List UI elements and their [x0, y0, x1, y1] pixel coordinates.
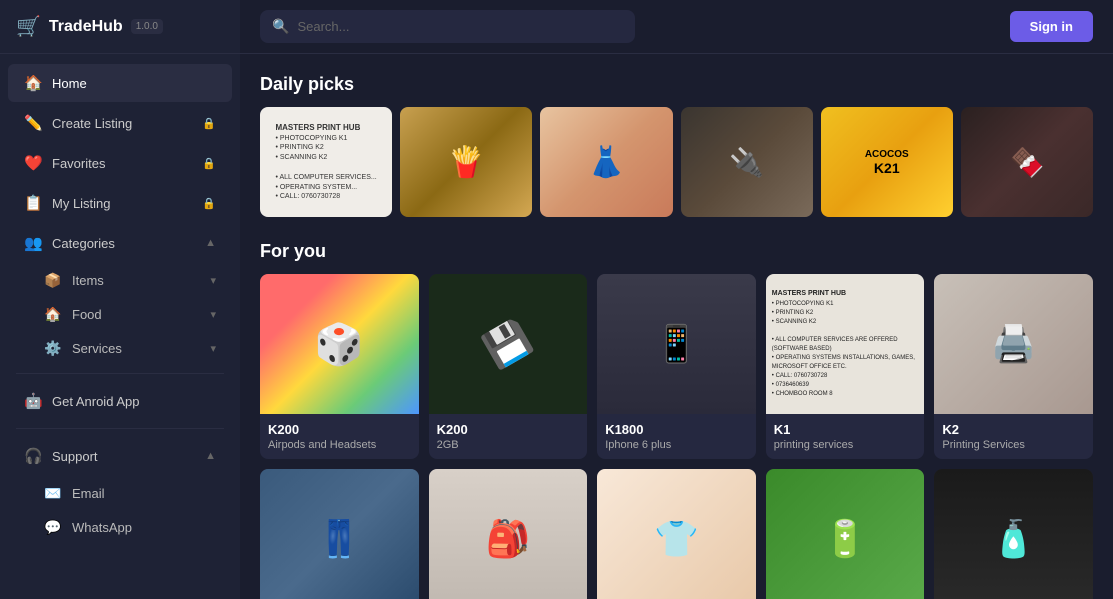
- for-you-grid: 🎲 K200 Airpods and Headsets 💾 K200 2GB: [260, 274, 1093, 599]
- home-icon: 🏠: [24, 74, 42, 92]
- product-price-4: K1: [774, 422, 917, 437]
- product-info-3: K1800 Iphone 6 plus: [597, 414, 756, 459]
- email-icon: ✉️: [44, 485, 62, 502]
- sidebar-item-whatsapp-label: WhatsApp: [72, 520, 216, 535]
- sidebar-item-android-app[interactable]: 🤖 Get Anroid App: [8, 382, 232, 420]
- lock-icon-2: 🔒: [202, 157, 216, 170]
- sidebar: 🛒 TradeHub 1.0.0 🏠 Home ✏️ Create Listin…: [0, 0, 240, 599]
- logo-text: TradeHub: [49, 18, 123, 36]
- product-price-1: K200: [268, 422, 411, 437]
- product-card-1[interactable]: 🎲 K200 Airpods and Headsets: [260, 274, 419, 459]
- support-chevron-icon: ▲: [205, 450, 216, 462]
- sidebar-item-food[interactable]: 🏠 Food ▾: [8, 298, 232, 331]
- daily-picks-section: Daily picks MASTERS PRINT HUB • PHOTOCOP…: [260, 74, 1093, 217]
- support-icon: 🎧: [24, 447, 42, 465]
- product-card-8[interactable]: 👕 K150 Colorful Shirt: [597, 469, 756, 599]
- logo-area: 🛒 TradeHub 1.0.0: [0, 0, 240, 54]
- product-price-2: K200: [437, 422, 580, 437]
- divider-2: [16, 428, 224, 429]
- daily-pick-4[interactable]: 🔌: [681, 107, 813, 217]
- for-you-section: For you 🎲 K200 Airpods and Headsets 💾: [260, 241, 1093, 599]
- main-area: 🔍 Sign in Daily picks MASTERS PRINT HUB …: [240, 0, 1113, 599]
- sidebar-item-items-label: Items: [72, 273, 200, 288]
- lock-icon: 🔒: [202, 117, 216, 130]
- create-listing-icon: ✏️: [24, 114, 42, 132]
- product-card-5[interactable]: 🖨️ K2 Printing Services: [934, 274, 1093, 459]
- product-name-3: Iphone 6 plus: [605, 439, 748, 451]
- android-icon: 🤖: [24, 392, 42, 410]
- sidebar-item-services-label: Services: [72, 341, 200, 356]
- product-info-4: K1 printing services: [766, 414, 925, 459]
- version-badge: 1.0.0: [131, 19, 163, 34]
- my-listing-icon: 📋: [24, 194, 42, 212]
- product-info-5: K2 Printing Services: [934, 414, 1093, 459]
- sidebar-item-support[interactable]: 🎧 Support ▲: [8, 437, 232, 475]
- sidebar-item-home-label: Home: [52, 76, 216, 91]
- items-icon: 📦: [44, 272, 62, 289]
- services-chevron-icon: ▾: [210, 342, 216, 355]
- lock-icon-3: 🔒: [202, 197, 216, 210]
- product-info-1: K200 Airpods and Headsets: [260, 414, 419, 459]
- sidebar-item-email[interactable]: ✉️ Email: [8, 477, 232, 510]
- main-nav: 🏠 Home ✏️ Create Listing 🔒 ❤️ Favorites …: [0, 54, 240, 589]
- content-area: Daily picks MASTERS PRINT HUB • PHOTOCOP…: [240, 54, 1113, 599]
- sign-in-button[interactable]: Sign in: [1010, 11, 1093, 42]
- product-price-3: K1800: [605, 422, 748, 437]
- product-card-4[interactable]: MASTERS PRINT HUB • PHOTOCOPYING K1 • PR…: [766, 274, 925, 459]
- food-icon: 🏠: [44, 306, 62, 323]
- food-chevron-icon: ▾: [210, 308, 216, 321]
- sidebar-item-support-label: Support: [52, 449, 195, 464]
- items-chevron-icon: ▾: [210, 274, 216, 287]
- product-card-6[interactable]: 👖 K300 Denim Jeans: [260, 469, 419, 599]
- sidebar-item-favorites[interactable]: ❤️ Favorites 🔒: [8, 144, 232, 182]
- daily-pick-2[interactable]: 🍟: [400, 107, 532, 217]
- sidebar-item-android-label: Get Anroid App: [52, 394, 216, 409]
- daily-picks-row: MASTERS PRINT HUB • PHOTOCOPYING K1 • PR…: [260, 107, 1093, 217]
- product-info-2: K200 2GB: [429, 414, 588, 459]
- product-card-10[interactable]: 🧴 K350 Arthur Ford: [934, 469, 1093, 599]
- product-card-3[interactable]: 📱 K1800 Iphone 6 plus: [597, 274, 756, 459]
- daily-picks-title: Daily picks: [260, 74, 1093, 95]
- sidebar-item-categories-label: Categories: [52, 236, 195, 251]
- sidebar-item-home[interactable]: 🏠 Home: [8, 64, 232, 102]
- logo-icon: 🛒: [16, 14, 41, 39]
- search-bar[interactable]: 🔍: [260, 10, 635, 43]
- search-input[interactable]: [297, 19, 622, 34]
- sidebar-item-whatsapp[interactable]: 💬 WhatsApp: [8, 511, 232, 544]
- sidebar-item-email-label: Email: [72, 486, 216, 501]
- sidebar-item-favorites-label: Favorites: [52, 156, 192, 171]
- daily-pick-6[interactable]: 🍫: [961, 107, 1093, 217]
- product-name-1: Airpods and Headsets: [268, 439, 411, 451]
- sidebar-item-food-label: Food: [72, 307, 200, 322]
- sidebar-item-create-listing-label: Create Listing: [52, 116, 192, 131]
- categories-icon: 👥: [24, 234, 42, 252]
- product-card-7[interactable]: 🎒 K150 Adidas Bag: [429, 469, 588, 599]
- product-card-2[interactable]: 💾 K200 2GB: [429, 274, 588, 459]
- daily-pick-5[interactable]: ACOCOSK21: [821, 107, 953, 217]
- daily-pick-1[interactable]: MASTERS PRINT HUB • PHOTOCOPYING K1 • PR…: [260, 107, 392, 217]
- sidebar-item-items[interactable]: 📦 Items ▾: [8, 264, 232, 297]
- sidebar-item-my-listing[interactable]: 📋 My Listing 🔒: [8, 184, 232, 222]
- product-name-4: printing services: [774, 439, 917, 451]
- product-price-5: K2: [942, 422, 1085, 437]
- search-icon: 🔍: [272, 18, 289, 35]
- divider-1: [16, 373, 224, 374]
- sidebar-item-services[interactable]: ⚙️ Services ▾: [8, 332, 232, 365]
- product-name-5: Printing Services: [942, 439, 1085, 451]
- whatsapp-icon: 💬: [44, 519, 62, 536]
- services-icon: ⚙️: [44, 340, 62, 357]
- sidebar-item-categories[interactable]: 👥 Categories ▲: [8, 224, 232, 262]
- daily-pick-3[interactable]: 👗: [540, 107, 672, 217]
- header: 🔍 Sign in: [240, 0, 1113, 54]
- sidebar-item-create-listing[interactable]: ✏️ Create Listing 🔒: [8, 104, 232, 142]
- for-you-title: For you: [260, 241, 1093, 262]
- product-name-2: 2GB: [437, 439, 580, 451]
- categories-chevron-icon: ▲: [205, 237, 216, 249]
- sidebar-item-my-listing-label: My Listing: [52, 196, 192, 211]
- product-card-9[interactable]: 🔋 K40 Fast Charger: [766, 469, 925, 599]
- favorites-icon: ❤️: [24, 154, 42, 172]
